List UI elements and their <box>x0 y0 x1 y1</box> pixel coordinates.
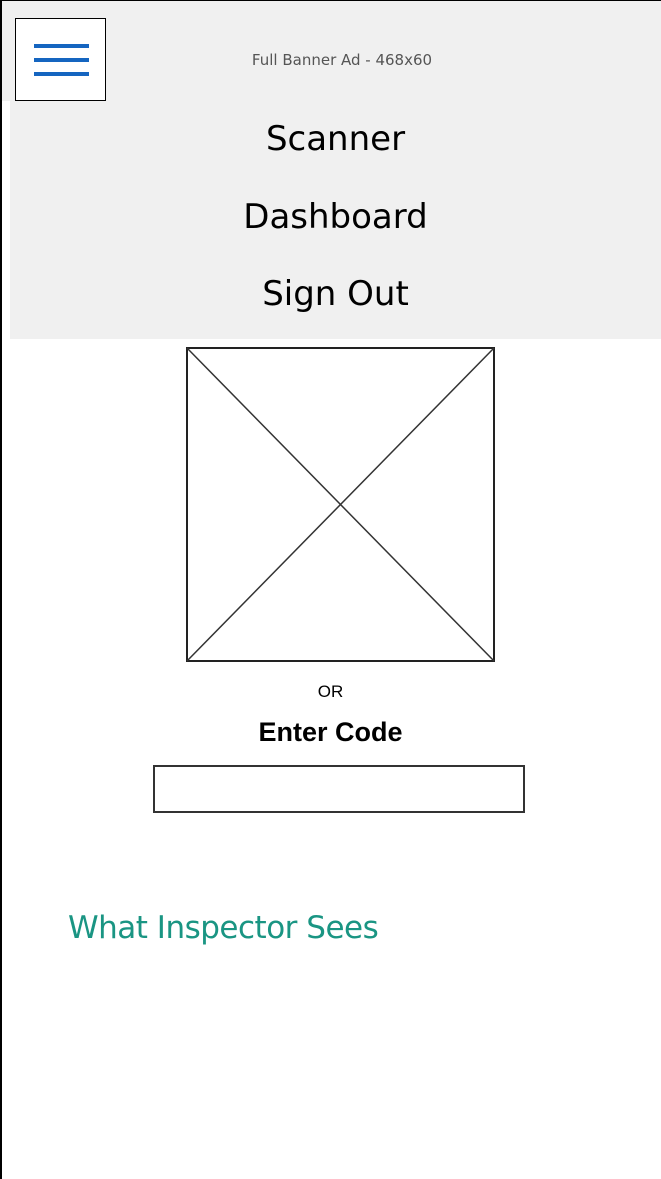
or-label: OR <box>317 682 344 701</box>
menu-item-scanner[interactable]: Scanner <box>10 119 661 159</box>
hamburger-menu-icon <box>34 44 89 76</box>
banner-ad-label: Full Banner Ad - 468x60 <box>251 51 433 69</box>
image-placeholder-icon <box>186 347 496 666</box>
menu-item-sign-out[interactable]: Sign Out <box>10 274 661 314</box>
enter-code-label: Enter Code <box>258 717 403 747</box>
nav-menu: Scanner Dashboard Sign Out <box>10 101 661 339</box>
what-inspector-sees-link[interactable]: What Inspector Sees <box>68 910 379 946</box>
code-input[interactable] <box>153 765 525 813</box>
menu-item-dashboard[interactable]: Dashboard <box>10 197 661 237</box>
menu-toggle-button[interactable] <box>15 18 106 101</box>
